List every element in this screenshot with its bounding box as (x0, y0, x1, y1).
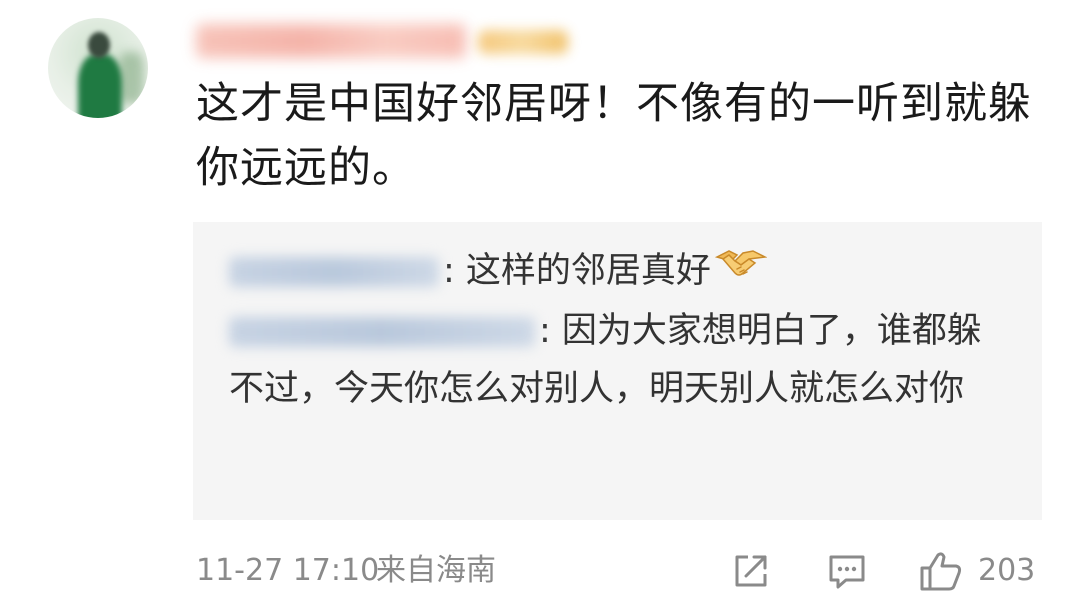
source-location: 来自海南 (376, 553, 496, 588)
handshake-emoji-icon (714, 243, 768, 301)
share-icon (730, 550, 772, 592)
reply-item[interactable]: : 这样的邻居真好 (229, 242, 1009, 301)
reply-button[interactable] (826, 550, 868, 592)
reply-item[interactable]: : 因为大家想明白了，谁都躲不过，今天你怎么对别人，明天别人就怎么对你 (229, 302, 1009, 418)
reply-username-blurred[interactable] (229, 257, 439, 287)
like-count: 203 (978, 553, 1036, 588)
avatar-figure-head (88, 32, 110, 58)
comment-footer: 11-27 17:10 来自海南 203 (196, 546, 1046, 596)
comment-icon (826, 550, 868, 592)
comment-text: 这才是中国好邻居呀！不像有的一听到就躲你远远的。 (196, 79, 1032, 193)
share-button[interactable] (730, 550, 772, 592)
avatar-figure (78, 54, 122, 118)
reply-list[interactable]: : 这样的邻居真好 : 因为大家想明白了，谁都躲不过，今天你怎么对别人，明天别人… (193, 222, 1042, 520)
like-button[interactable]: 203 (918, 550, 1048, 592)
comment-card: 这才是中国好邻居呀！不像有的一听到就躲你远远的。 : 这样的邻居真好 : 因为大… (0, 0, 1080, 609)
reply-username-blurred[interactable] (229, 317, 535, 347)
reply-text: : 这样的邻居真好 (443, 251, 711, 291)
timestamp: 11-27 17:10 (196, 553, 380, 588)
user-badge-blurred (478, 30, 568, 54)
avatar[interactable] (48, 18, 148, 118)
username-blurred[interactable] (196, 24, 466, 58)
